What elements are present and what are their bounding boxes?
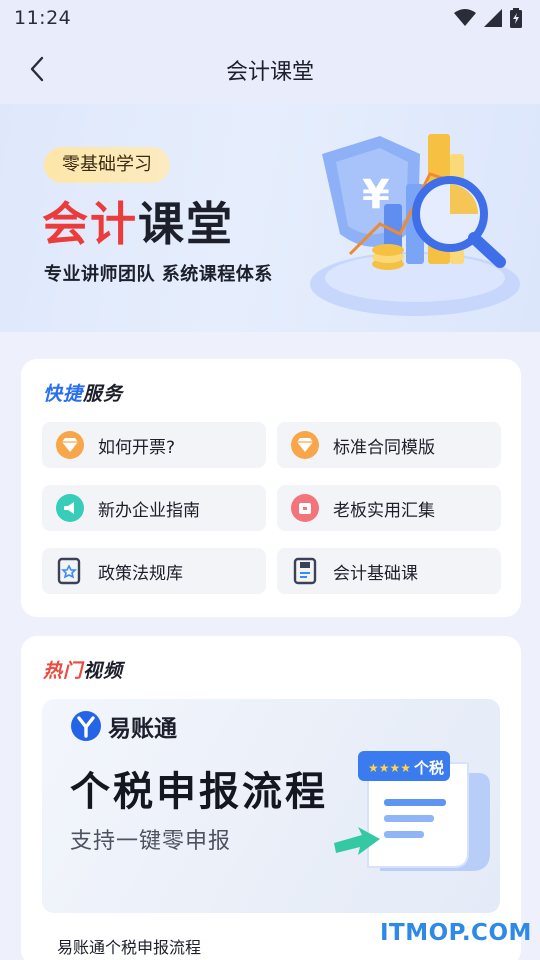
service-new-business-guide[interactable]: 新办企业指南 bbox=[42, 485, 266, 531]
banner-title-rest: 课堂 bbox=[138, 197, 234, 251]
status-time: 11:24 bbox=[14, 7, 72, 29]
video-title-part-b: 视频 bbox=[83, 660, 124, 682]
page-title: 会计课堂 bbox=[225, 60, 314, 85]
wifi-icon bbox=[454, 9, 476, 26]
service-label: 标准合同模版 bbox=[333, 437, 435, 458]
service-accounting-basics[interactable]: 会计基础课 bbox=[277, 548, 501, 594]
brand-logo: 易账通 bbox=[70, 709, 177, 743]
back-button[interactable] bbox=[20, 52, 54, 86]
service-label: 政策法规库 bbox=[98, 563, 183, 584]
gem-icon bbox=[291, 431, 319, 459]
video-thumbnail[interactable]: 易账通 个税申报流程 支持一键零申报 ★★★★ 个税 bbox=[42, 699, 500, 913]
status-icons bbox=[454, 8, 522, 28]
signal-icon bbox=[484, 9, 502, 27]
thumbnail-title: 个税申报流程 bbox=[70, 769, 328, 815]
service-label: 如何开票? bbox=[98, 437, 176, 458]
status-bar: 11:24 bbox=[0, 0, 540, 36]
video-title-part-a: 热门 bbox=[43, 660, 84, 682]
banner: 零基础学习 会计课堂 专业讲师团队 系统课程体系 ¥ bbox=[0, 104, 540, 332]
banner-title-accent: 会计 bbox=[42, 197, 138, 251]
hot-videos-title: 热门视频 bbox=[43, 656, 123, 683]
banner-badge: 零基础学习 bbox=[44, 147, 170, 183]
yizhangtong-logo-icon bbox=[71, 711, 101, 741]
service-label: 老板实用汇集 bbox=[333, 500, 435, 521]
service-how-to-invoice[interactable]: 如何开票? bbox=[42, 422, 266, 468]
battery-icon bbox=[510, 8, 522, 28]
thumbnail-tag: 个税 bbox=[413, 759, 444, 777]
svg-text:★★★★: ★★★★ bbox=[368, 761, 411, 775]
quick-title-part-b: 服务 bbox=[83, 383, 124, 405]
service-policy-library[interactable]: 政策法规库 bbox=[42, 548, 266, 594]
quick-services-card: 快捷服务 如何开票? 标准合同模版 新办企业指南 老板实用汇集 政策法规库 会计… bbox=[21, 359, 521, 617]
service-boss-collection[interactable]: 老板实用汇集 bbox=[277, 485, 501, 531]
chevron-left-icon bbox=[30, 56, 44, 82]
banner-subtitle: 专业讲师团队 系统课程体系 bbox=[44, 264, 273, 285]
hot-videos-card: 热门视频 易账通 个税申报流程 支持一键零申报 ★★★★ 个税 易账通个税申报流… bbox=[21, 636, 521, 960]
watermark: ITMOP.COM bbox=[380, 920, 532, 946]
notebook-icon bbox=[291, 557, 319, 585]
megaphone-icon bbox=[56, 494, 84, 522]
service-label: 新办企业指南 bbox=[98, 500, 200, 521]
policy-doc-icon bbox=[56, 557, 84, 585]
video-caption[interactable]: 易账通个税申报流程 bbox=[57, 934, 201, 958]
quick-title-part-a: 快捷 bbox=[43, 383, 84, 405]
service-label: 会计基础课 bbox=[333, 563, 418, 584]
tax-document-illustration: ★★★★ 个税 bbox=[334, 751, 490, 871]
app-bar: 会计课堂 bbox=[0, 36, 540, 104]
service-contract-templates[interactable]: 标准合同模版 bbox=[277, 422, 501, 468]
quick-services-title: 快捷服务 bbox=[43, 379, 123, 406]
thumbnail-subtitle: 支持一键零申报 bbox=[70, 829, 232, 854]
gem-icon bbox=[56, 431, 84, 459]
banner-title: 会计课堂 bbox=[42, 194, 234, 254]
brand-name: 易账通 bbox=[108, 716, 177, 742]
box-icon bbox=[291, 494, 319, 522]
finance-illustration: ¥ bbox=[310, 134, 520, 316]
